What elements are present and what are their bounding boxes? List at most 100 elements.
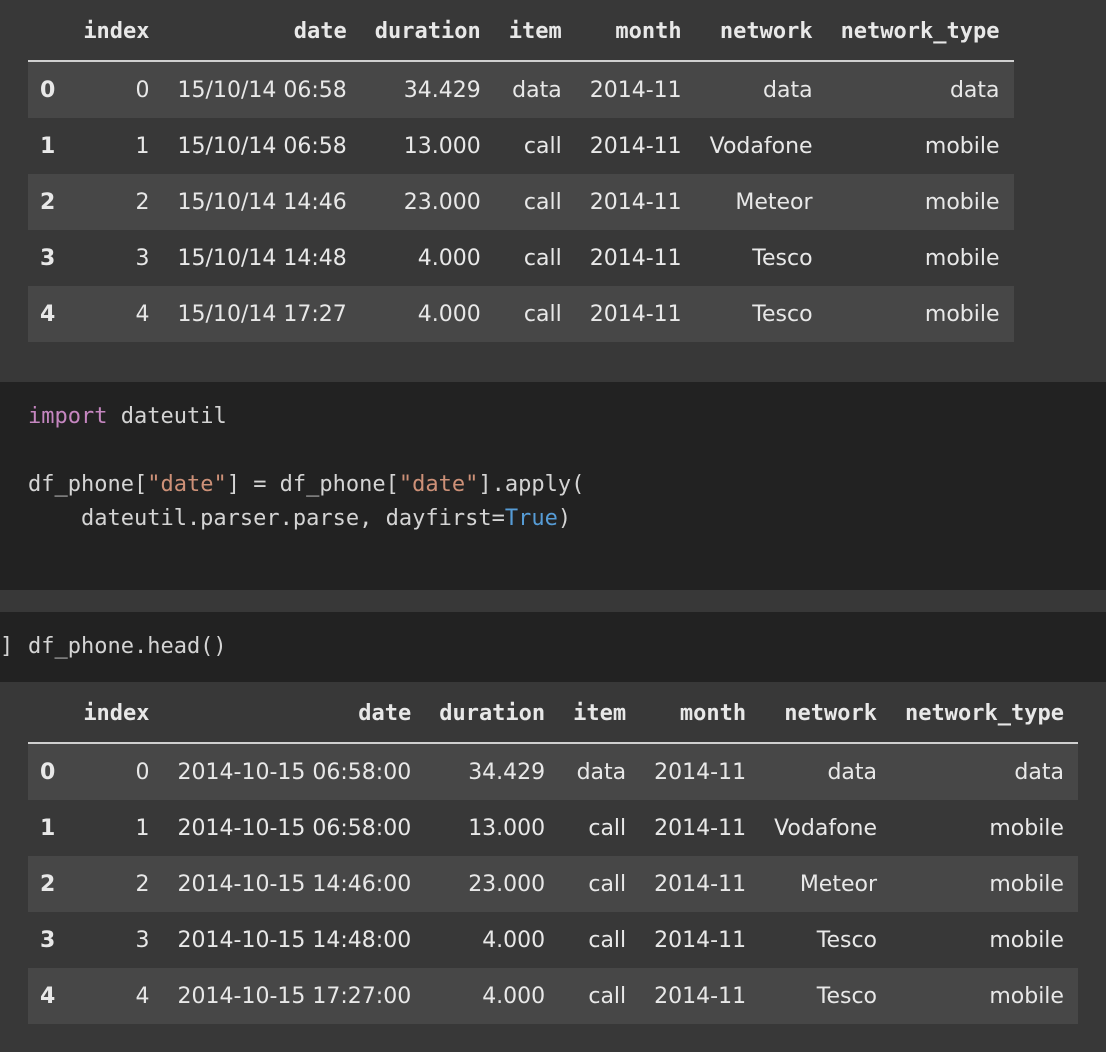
table-cell: Tesco	[816, 927, 878, 953]
notebook-page: index date duration item month network network…	[0, 0, 1106, 1052]
table-cell: Vodafone	[774, 815, 878, 841]
column-header-blank	[28, 684, 69, 743]
constant-token: True	[504, 506, 558, 531]
column-header-item: item	[573, 700, 627, 726]
table-cell: 2	[135, 871, 150, 897]
table-cell: data	[1014, 759, 1064, 785]
column-header-item: item	[508, 18, 562, 44]
table-cell: 2014-11	[589, 133, 682, 159]
table-cell: 2014-11	[589, 301, 682, 327]
output-area-table1: index date duration item month network network…	[0, 0, 1106, 382]
row-index: 3	[40, 245, 56, 271]
row-index: 1	[40, 133, 56, 159]
execution-prompt: ]	[0, 634, 14, 659]
column-header-network-type: network_type	[840, 18, 1000, 44]
column-header-index: index	[83, 700, 150, 726]
table-cell: mobile	[989, 927, 1064, 953]
table-cell: 15/10/14 14:46	[177, 189, 347, 215]
table-cell: 2014-10-15 06:58:00	[177, 815, 412, 841]
table-cell: 4.000	[417, 245, 481, 271]
table-cell: 15/10/14 14:48	[177, 245, 347, 271]
column-header-date: date	[293, 18, 347, 44]
table-cell: 4.000	[417, 301, 481, 327]
table-cell: Tesco	[752, 245, 813, 271]
table-row: 3 3 15/10/14 14:48 4.000 call 2014-11 Tesco mob…	[28, 230, 1014, 286]
code-token: df_phone[	[28, 472, 148, 497]
column-header-index: index	[83, 18, 150, 44]
table-row: 3 3 2014-10-15 14:48:00 4.000 call 2014-11 Tes…	[28, 912, 1078, 968]
table-cell: 23.000	[403, 189, 481, 215]
table-cell: 13.000	[468, 815, 546, 841]
code-token: ].apply(	[478, 472, 585, 497]
table-cell: 0	[135, 759, 150, 785]
row-index: 4	[40, 983, 56, 1009]
dataframe-table-2: index date duration item month network network…	[28, 684, 1078, 1024]
table-cell: 2014-11	[654, 983, 747, 1009]
table-cell: call	[523, 301, 562, 327]
table-row: 4 4 2014-10-15 17:27:00 4.000 call 2014-11 Tes…	[28, 968, 1078, 1024]
code-token: dateutil	[107, 404, 227, 429]
row-index: 2	[40, 871, 56, 897]
table-row: 2 2 2014-10-15 14:46:00 23.000 call 2014-11 Me…	[28, 856, 1078, 912]
table-cell: data	[763, 77, 813, 103]
table-cell: mobile	[924, 245, 1000, 271]
table-cell: 4	[135, 301, 150, 327]
code-cell-head[interactable]: ] df_phone.head()	[0, 612, 1106, 682]
table-cell: 2014-11	[654, 815, 747, 841]
keyword-token: import	[28, 404, 108, 429]
code-line: df_phone["date"] = df_phone["date"].appl…	[28, 468, 584, 502]
table-cell: 3	[135, 245, 150, 271]
row-index: 0	[40, 759, 56, 785]
table-cell: mobile	[989, 983, 1064, 1009]
table-cell: 2014-11	[654, 759, 747, 785]
table-cell: 4.000	[482, 983, 546, 1009]
table-cell: call	[588, 927, 627, 953]
table-cell: 3	[135, 927, 150, 953]
table-cell: call	[523, 245, 562, 271]
row-index: 3	[40, 927, 56, 953]
table-cell: call	[588, 871, 627, 897]
code-token: ] = df_phone[	[226, 472, 399, 497]
table-row: 1 1 2014-10-15 06:58:00 13.000 call 2014-11 Vo…	[28, 800, 1078, 856]
table-cell: data	[512, 77, 562, 103]
row-index: 0	[40, 77, 56, 103]
table-header-row: index date duration item month network network…	[28, 2, 1014, 61]
table-cell: 2014-10-15 14:48:00	[177, 927, 412, 953]
table-row: 0 0 2014-10-15 06:58:00 34.429 data 2014-11 da…	[28, 743, 1078, 800]
dataframe-table-1: index date duration item month network network…	[28, 2, 1014, 342]
table-cell: 2014-11	[589, 189, 682, 215]
table-cell: 0	[135, 77, 150, 103]
table-row: 0 0 15/10/14 06:58 34.429 data 2014-11 data dat…	[28, 61, 1014, 118]
column-header-month: month	[615, 18, 682, 44]
column-header-network: network	[784, 700, 878, 726]
table-cell: 1	[135, 133, 150, 159]
table-cell: mobile	[924, 133, 1000, 159]
column-header-month: month	[679, 700, 747, 726]
table-cell: call	[523, 133, 562, 159]
table-cell: mobile	[989, 871, 1064, 897]
table-cell: 2	[135, 189, 150, 215]
table-cell: 2014-11	[589, 245, 682, 271]
table-cell: 23.000	[468, 871, 546, 897]
table-cell: 4	[135, 983, 150, 1009]
table-cell: 13.000	[403, 133, 481, 159]
table-cell: 4.000	[482, 927, 546, 953]
code-token: )	[557, 506, 572, 531]
table-cell: call	[588, 983, 627, 1009]
table-cell: call	[588, 815, 627, 841]
table-row: 1 1 15/10/14 06:58 13.000 call 2014-11 Vodafon…	[28, 118, 1014, 174]
code-line: df_phone.head()	[28, 634, 227, 659]
table-cell: 34.429	[468, 759, 546, 785]
table-cell: data	[827, 759, 878, 785]
table-cell: 2014-11	[589, 77, 682, 103]
string-token: "date"	[147, 472, 227, 497]
row-index: 1	[40, 815, 56, 841]
table-cell: 2014-10-15 06:58:00	[177, 759, 412, 785]
code-cell-import[interactable]: import dateutil df_phone["date"] = df_ph…	[0, 382, 1106, 590]
table-cell: data	[949, 77, 1000, 103]
table-cell: mobile	[989, 815, 1064, 841]
table-cell: mobile	[924, 301, 1000, 327]
table-header-row: index date duration item month network network…	[28, 684, 1078, 743]
table-cell: 2014-11	[654, 871, 747, 897]
table-row: 4 4 15/10/14 17:27 4.000 call 2014-11 Tesco mob…	[28, 286, 1014, 342]
